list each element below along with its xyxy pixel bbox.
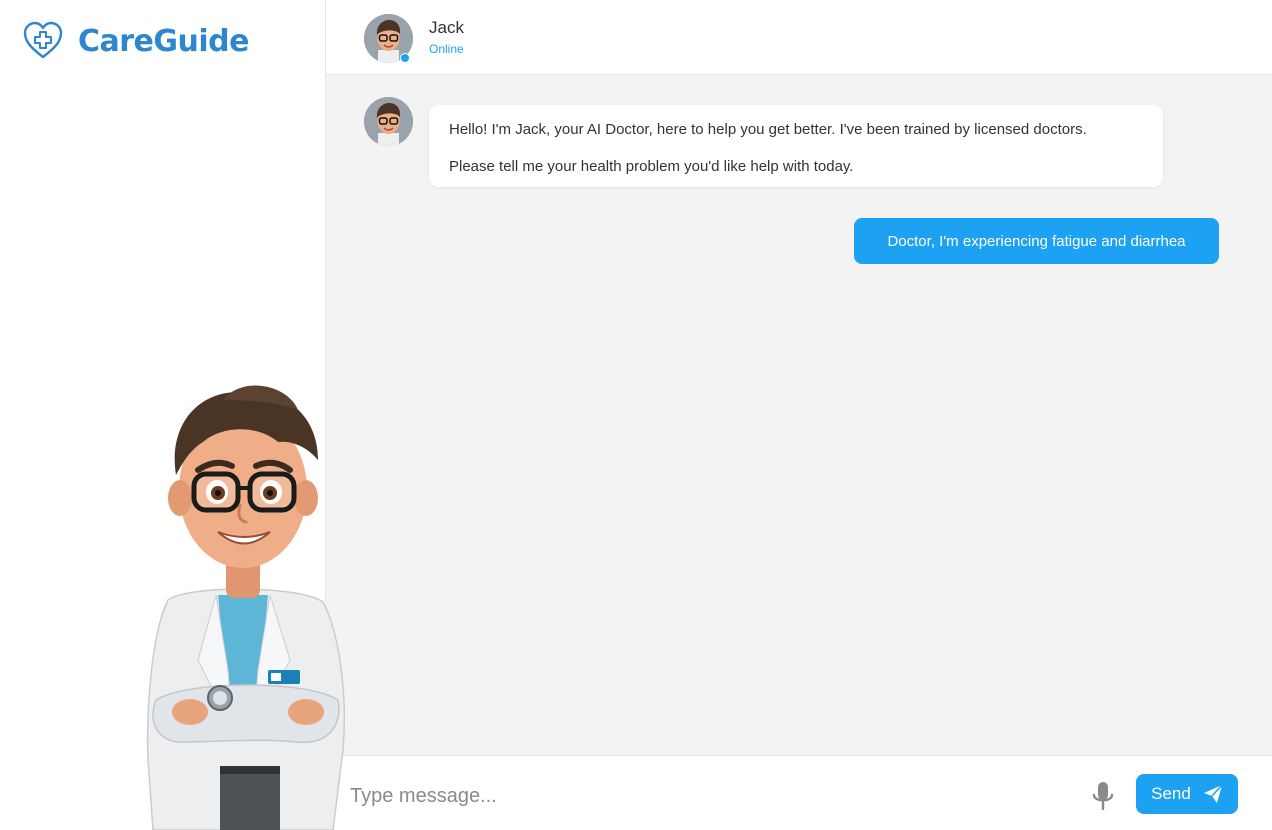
contact-status: Online xyxy=(429,42,464,56)
bot-message-line: Hello! I'm Jack, your AI Doctor, here to… xyxy=(449,121,1087,138)
contact-name: Jack xyxy=(429,18,464,37)
bot-avatar xyxy=(364,97,413,146)
doctor-mascot-illustration xyxy=(146,385,346,830)
heart-plus-icon xyxy=(23,21,63,59)
send-button-label: Send xyxy=(1151,784,1191,803)
composer: Send xyxy=(326,755,1272,830)
paper-plane-icon xyxy=(1203,784,1223,803)
brand-name: CareGuide xyxy=(78,23,250,59)
doctor-avatar xyxy=(364,97,413,146)
bot-message: Hello! I'm Jack, your AI Doctor, here to… xyxy=(429,105,1163,187)
user-message: Doctor, I'm experiencing fatigue and dia… xyxy=(854,218,1219,264)
microphone-icon[interactable] xyxy=(1090,781,1116,811)
bot-message-line: Please tell me your health problem you'd… xyxy=(449,158,854,175)
chat-panel: Jack Online Hello! I'm Jack, your AI Doc… xyxy=(326,0,1272,830)
message-list: Hello! I'm Jack, your AI Doctor, here to… xyxy=(326,75,1272,755)
chat-header: Jack Online xyxy=(326,0,1272,75)
send-button[interactable]: Send xyxy=(1136,774,1238,814)
online-status-dot xyxy=(400,53,410,63)
message-input[interactable] xyxy=(350,780,1070,812)
brand-logo[interactable]: CareGuide xyxy=(22,20,250,62)
